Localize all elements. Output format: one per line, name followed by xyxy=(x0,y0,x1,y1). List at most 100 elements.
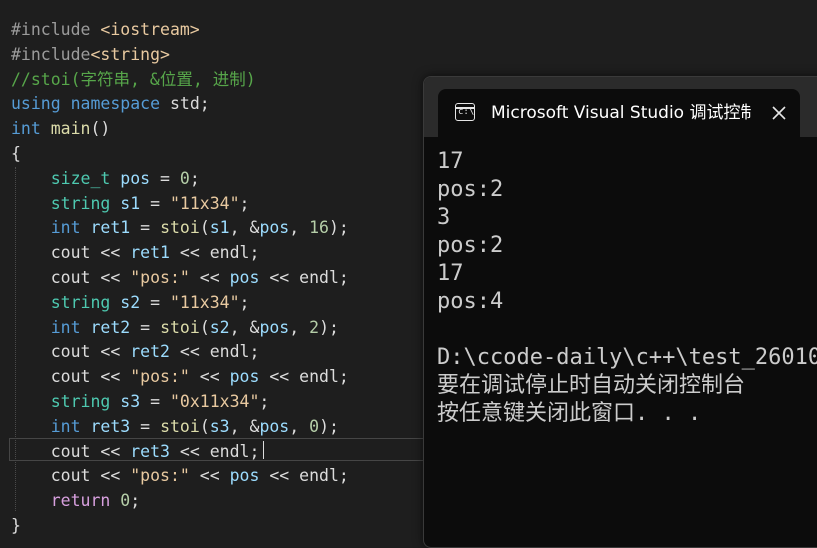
console-output-line: 17 xyxy=(437,149,464,174)
code-token: << xyxy=(259,268,300,287)
code-line[interactable]: string s3 = "0x11x34"; xyxy=(11,390,270,414)
text-caret xyxy=(263,441,264,459)
code-token: ); xyxy=(319,416,339,436)
code-line[interactable]: int main() xyxy=(11,117,110,141)
code-token: = xyxy=(150,168,180,188)
code-token: { xyxy=(11,144,21,163)
code-token: namespace xyxy=(70,94,161,114)
code-line[interactable]: cout << "pos:" << pos << endl; xyxy=(11,266,349,290)
code-line[interactable]: cout << ret3 << endl; xyxy=(11,440,260,464)
code-line[interactable]: #include<string> xyxy=(11,43,170,67)
code-token: ( xyxy=(199,416,210,436)
code-token: ; xyxy=(338,268,349,287)
code-token: ); xyxy=(319,317,339,337)
code-line[interactable]: string s2 = "11x34"; xyxy=(11,291,250,315)
code-token: endl xyxy=(299,466,339,486)
code-token: std; xyxy=(160,94,210,114)
code-line[interactable]: int ret2 = stoi(s2, &pos, 2); xyxy=(11,316,339,340)
code-token: endl xyxy=(209,342,250,362)
code-line[interactable]: } xyxy=(11,514,21,538)
code-token: , xyxy=(289,317,310,337)
code-token: ret1 xyxy=(90,218,131,238)
terminal-icon-glyph: c:\ xyxy=(458,107,475,117)
code-line[interactable]: int ret3 = stoi(s3, &pos, 0); xyxy=(11,415,339,439)
code-token: << xyxy=(189,367,230,387)
code-token: ( xyxy=(199,317,210,337)
debug-console-window[interactable]: c:\ Microsoft Visual Studio 调试控制台 17 pos:… xyxy=(423,76,817,548)
code-token: using xyxy=(11,94,61,114)
code-token: << xyxy=(90,268,131,287)
code-token: ; xyxy=(259,392,270,411)
code-token: "0x11x34" xyxy=(169,392,260,411)
code-line[interactable]: cout << "pos:" << pos << endl; xyxy=(11,464,349,488)
code-token: ; xyxy=(338,367,349,387)
code-token: << xyxy=(259,466,300,486)
code-line[interactable]: using namespace std; xyxy=(11,92,210,116)
code-token: int xyxy=(50,218,81,238)
code-token: ; xyxy=(249,342,260,362)
code-token: ret1 xyxy=(130,243,170,263)
code-line[interactable]: int ret1 = stoi(s1, &pos, 16); xyxy=(11,216,349,240)
code-line[interactable]: //stoi(字符串, &位置, 进制) xyxy=(11,68,256,92)
code-line[interactable]: return 0; xyxy=(11,489,140,513)
code-token: 2 xyxy=(309,317,320,337)
code-token: cout xyxy=(50,268,91,287)
code-token: "11x34" xyxy=(169,193,240,213)
code-token: ret2 xyxy=(90,317,131,337)
code-token: = xyxy=(140,392,170,411)
code-token: "pos:" xyxy=(130,268,190,287)
code-token: <iostream> xyxy=(100,20,200,39)
code-token: << xyxy=(90,367,131,387)
code-token: ; xyxy=(239,292,250,312)
code-token: cout xyxy=(50,367,91,387)
code-line[interactable]: string s1 = "11x34"; xyxy=(11,192,250,216)
code-token: pos xyxy=(229,268,260,287)
console-tab[interactable]: c:\ Microsoft Visual Studio 调试控制台 xyxy=(438,89,800,137)
code-token: << xyxy=(170,441,210,461)
code-token: pos xyxy=(259,416,290,436)
code-token: string xyxy=(50,292,111,312)
code-line[interactable]: size_t pos = 0; xyxy=(11,167,200,191)
code-line[interactable]: cout << ret1 << endl; xyxy=(11,241,260,265)
console-tab-title: Microsoft Visual Studio 调试控制台 xyxy=(491,103,751,123)
console-output-line: 3 xyxy=(437,205,451,230)
code-token: ); xyxy=(329,218,349,238)
code-token: << xyxy=(189,268,230,287)
code-token: << xyxy=(170,243,210,263)
code-token: #include xyxy=(11,44,91,64)
console-tab-bar: c:\ Microsoft Visual Studio 调试控制台 xyxy=(424,77,817,137)
code-token: ; xyxy=(249,441,260,461)
console-output-line: 按任意键关闭此窗口. . . xyxy=(437,401,702,426)
code-token: 0 xyxy=(120,491,131,511)
code-token: s1 xyxy=(209,218,230,238)
code-token: } xyxy=(11,516,21,535)
code-token: ret3 xyxy=(90,416,131,436)
code-token: string xyxy=(50,193,111,213)
close-icon[interactable] xyxy=(769,103,789,123)
code-line[interactable]: { xyxy=(11,142,21,166)
code-token: , xyxy=(289,218,310,238)
code-line[interactable]: #include <iostream> xyxy=(11,18,200,42)
code-token: cout xyxy=(50,466,91,486)
code-line[interactable]: cout << "pos:" << pos << endl; xyxy=(11,365,349,389)
code-line[interactable]: cout << ret2 << endl; xyxy=(11,340,260,364)
code-token: stoi xyxy=(160,416,200,436)
code-token: "11x34" xyxy=(169,292,240,312)
